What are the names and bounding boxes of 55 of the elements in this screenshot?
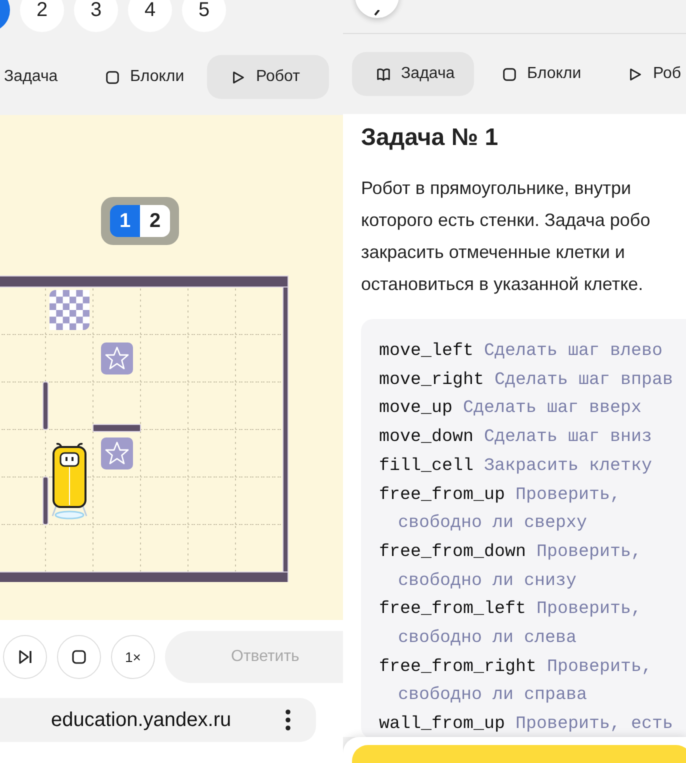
square-icon: [105, 70, 120, 84]
page-button[interactable]: 5: [182, 0, 226, 32]
command-description: Проверить,: [536, 540, 642, 564]
command-description: Сделать шаг вправ: [494, 368, 674, 392]
command-name: move_right: [379, 368, 484, 392]
command-description: свободно ли слева: [398, 627, 577, 650]
command-description: свободно ли справа: [398, 684, 588, 708]
command-name: free_from_left: [379, 598, 526, 622]
task-title: Задача № 1: [361, 123, 500, 153]
command-name: free_from_up: [379, 484, 506, 507]
tab[interactable]: Задача: [352, 52, 474, 96]
chevron-icon: [372, 10, 382, 18]
command-description: Сделать шаг вниз: [484, 426, 652, 450]
command-description: Сделать шаг влево: [484, 340, 663, 363]
command-description: Проверить,: [536, 598, 642, 622]
square-icon: [502, 66, 517, 82]
command-name: fill_cell: [379, 454, 474, 478]
book-icon: [376, 66, 391, 82]
stop-icon: [72, 650, 86, 664]
page-button[interactable]: 3: [74, 0, 118, 32]
play-icon: [628, 66, 643, 82]
description-line: которого есть стенки. Задача робо: [361, 209, 652, 232]
url-text: education.yandex.ru: [51, 708, 232, 732]
tab[interactable]: Роб: [604, 52, 686, 96]
description-line: Робот в прямоугольнике, внутри: [361, 177, 632, 200]
command-description: свободно ли снизу: [398, 570, 577, 593]
command-description: Закрасить клетку: [484, 454, 652, 478]
description-line: остановиться в указанной клетке.: [361, 273, 644, 296]
command-description: Проверить,: [516, 484, 621, 507]
step-button[interactable]: [3, 635, 47, 679]
page-button[interactable]: 2: [20, 0, 64, 32]
command-name: free_from_down: [379, 540, 526, 564]
solution-button[interactable]: 2: [140, 205, 170, 237]
address-bar[interactable]: education.yandex.ru: [0, 698, 316, 742]
tab[interactable]: Задача: [0, 55, 77, 99]
tab[interactable]: Блокли: [81, 55, 203, 99]
command-description: Сделать шаг вверх: [463, 397, 642, 420]
command-name: move_left: [379, 340, 474, 363]
step-forward-icon: [18, 649, 32, 665]
command-name: move_up: [379, 397, 453, 420]
command-description: Проверить, есть: [516, 713, 674, 736]
stop-button[interactable]: [57, 635, 101, 679]
command-name: wall_from_up: [379, 713, 506, 736]
solution-button[interactable]: 1: [110, 205, 140, 237]
command-name: free_from_right: [379, 656, 537, 679]
speed-button[interactable]: 1×: [111, 635, 155, 679]
menu-icon[interactable]: [285, 709, 291, 731]
command-description: Проверить,: [547, 656, 652, 679]
tab[interactable]: Блокли: [478, 52, 600, 96]
tab[interactable]: Робот: [207, 55, 329, 99]
page-button[interactable]: 4: [128, 0, 172, 32]
play-icon: [231, 70, 246, 84]
command-description: свободно ли сверху: [398, 512, 588, 536]
command-name: move_down: [379, 426, 474, 450]
description-line: закрасить отмеченные клетки и: [361, 241, 626, 264]
